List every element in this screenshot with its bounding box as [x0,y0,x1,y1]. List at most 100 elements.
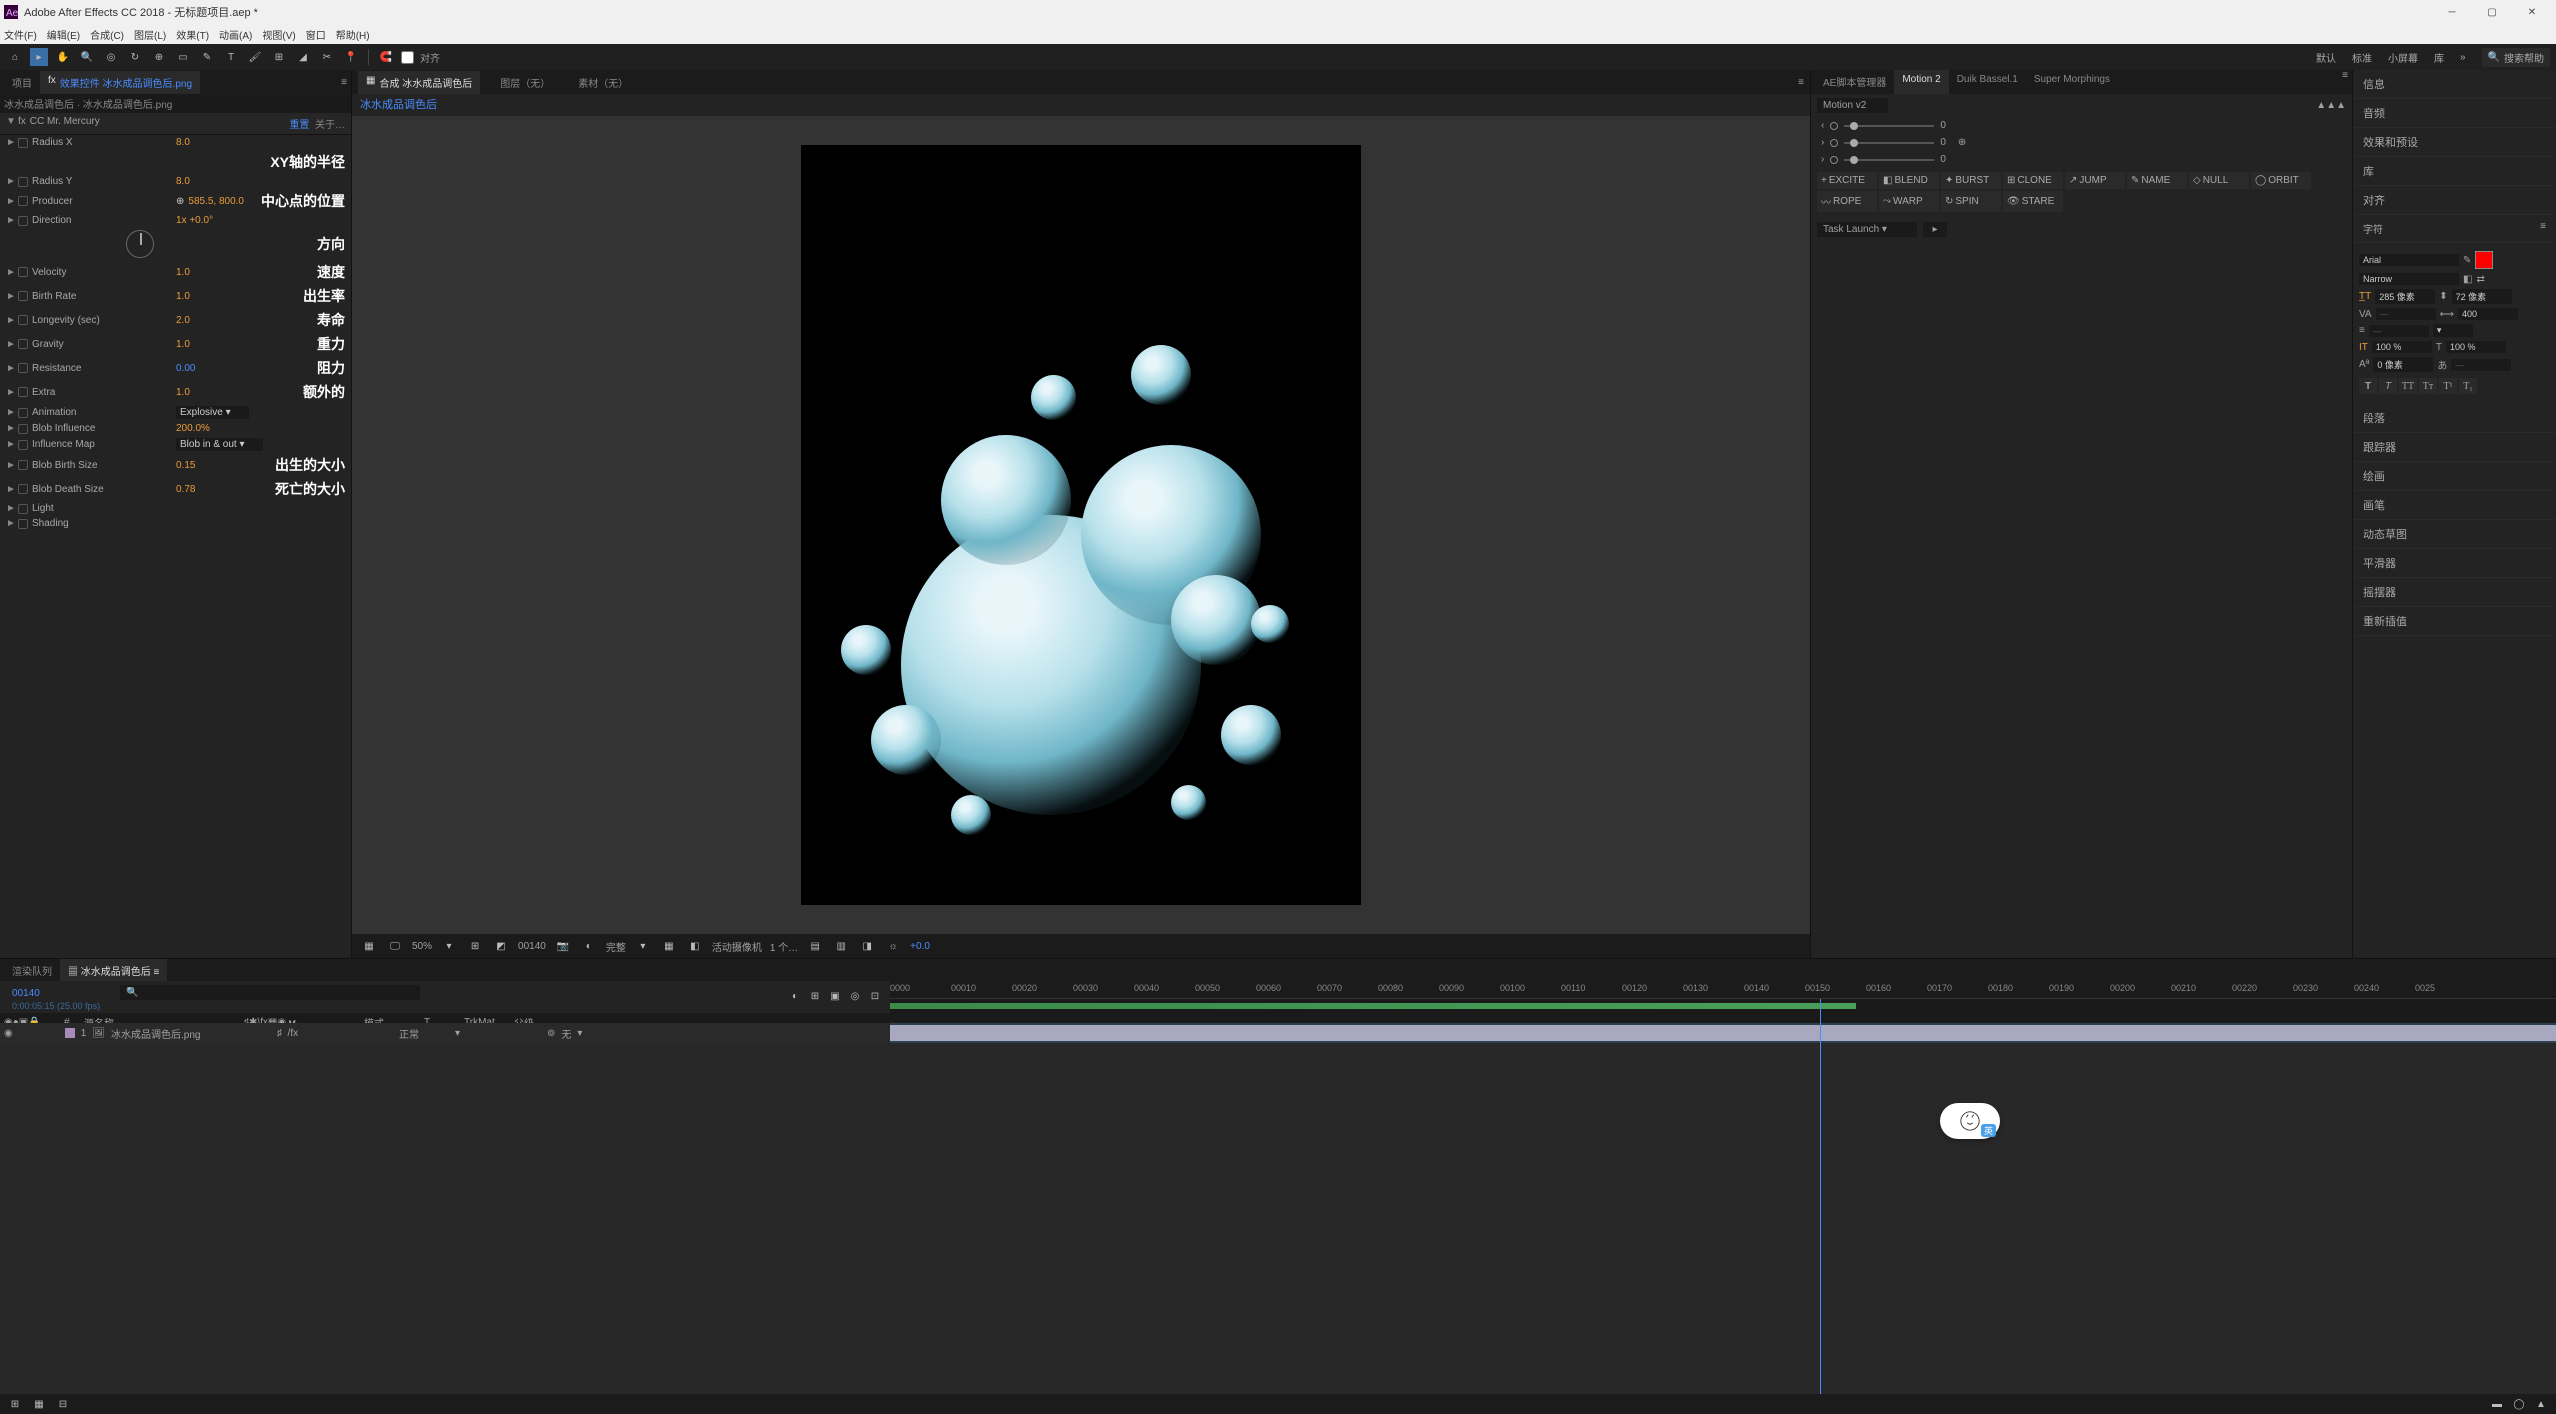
snapshot-icon[interactable]: 📷 [554,937,572,955]
3d-icon[interactable]: ◧ [686,937,704,955]
brush-tool[interactable]: 🖌 [246,48,264,66]
menu-anim[interactable]: 动画(A) [219,27,252,42]
swap-icon[interactable]: ⇄ [2476,274,2484,285]
panel-character[interactable]: 字符≡ [2353,215,2556,243]
layer-visible-icon[interactable]: ◉ [4,1028,13,1039]
type-tool[interactable]: T [222,48,240,66]
view3-icon[interactable]: ◨ [858,937,876,955]
menu-file[interactable]: 文件(F) [4,27,37,42]
tab-layer[interactable]: 图层（无） [492,71,558,94]
motion-btn-jump[interactable]: ↗JUMP [2065,172,2125,189]
font-style[interactable]: Narrow [2359,273,2459,285]
font-size[interactable]: 285 像素 [2375,289,2435,304]
panel-menu[interactable]: ≡ [341,77,347,88]
kerning[interactable]: — [2376,308,2436,320]
snap-icon[interactable]: 🧲 [377,48,395,66]
floating-widget[interactable]: 英 [1940,1103,2000,1139]
time-ruler[interactable]: 0000000100002000030000400005000060000700… [890,981,2556,999]
exposure-value[interactable]: +0.0 [910,941,930,952]
fx-prop-birth-rate[interactable]: ►Birth Rate1.0出生率 [0,284,351,308]
panel-align[interactable]: 对齐 [2353,186,2556,215]
fx-prop-blob-influence[interactable]: ►Blob Influence200.0% [0,421,351,436]
tab-duik[interactable]: Duik Bassel.1 [1949,70,2026,94]
panel-audio[interactable]: 音频 [2353,99,2556,128]
preset-dropdown[interactable]: Motion v2 [1817,98,1888,113]
anchor-icon[interactable]: ⊕ [1958,137,1966,148]
home-icon[interactable]: ⌂ [6,48,24,66]
fx-prop-longevity--sec-[interactable]: ►Longevity (sec)2.0寿命 [0,308,351,332]
fx-prop-velocity[interactable]: ►Velocity1.0速度 [0,260,351,284]
rect-tool[interactable]: ▭ [174,48,192,66]
fx-item-header[interactable]: ▼fxCC Mr. Mercury 重置 关于… [0,113,351,135]
panel-paint[interactable]: 绘画 [2353,462,2556,491]
view1-icon[interactable]: ▤ [806,937,824,955]
channel-icon[interactable]: ◐ [580,937,598,955]
menu-effect[interactable]: 效果(T) [176,27,209,42]
fx-about[interactable]: 关于… [315,120,345,131]
slider-1[interactable]: ‹0 [1811,117,2352,134]
layer-parent[interactable]: 无 [561,1026,571,1041]
layer-mode[interactable]: 正常 [399,1026,449,1041]
superscript-button[interactable]: T¹ [2439,378,2457,394]
monitor-icon[interactable]: 🖵 [386,937,404,955]
eraser-tool[interactable]: ◢ [294,48,312,66]
tab-project[interactable]: 项目 [4,71,40,94]
comp-panel-menu[interactable]: ≡ [1798,77,1804,88]
fx-prop-resistance[interactable]: ►Resistance0.00阻力 [0,356,351,380]
roto-tool[interactable]: ✂ [318,48,336,66]
minimize-button[interactable]: ─ [2432,0,2472,24]
transparency-icon[interactable]: ▦ [660,937,678,955]
fx-prop-animation[interactable]: ►AnimationExplosive ▾ [0,404,351,421]
tsume[interactable]: — [2451,359,2511,371]
fit-icon[interactable]: ▦ [360,937,378,955]
fx-prop-blob-death-size[interactable]: ►Blob Death Size0.78死亡的大小 [0,477,351,501]
res-icon[interactable]: ▾ [440,937,458,955]
layer-name[interactable]: 冰水成品调色后.png [111,1026,271,1041]
tab-footage[interactable]: 素材（无） [570,71,636,94]
eyedropper-icon[interactable]: ✎ [2463,255,2471,266]
motion-btn-name[interactable]: ✎NAME [2127,172,2187,189]
tab-comp-timeline[interactable]: ▦ 冰水成品调色后 ≡ [60,959,167,981]
font-family[interactable]: Arial [2359,254,2459,266]
comp-crumb[interactable]: 冰水成品调色后 [352,94,1810,116]
fx-prop-gravity[interactable]: ►Gravity1.0重力 [0,332,351,356]
panel-info[interactable]: 信息 [2353,70,2556,99]
slider-2[interactable]: ›0⊕ [1811,134,2352,151]
panel-sketch[interactable]: 动态草图 [2353,520,2556,549]
viewer[interactable] [352,116,1810,934]
motion-btn-excite[interactable]: +EXCITE [1817,172,1877,189]
maximize-button[interactable]: ▢ [2472,0,2512,24]
panel-paragraph[interactable]: 段落 [2353,404,2556,433]
stroke-icon[interactable]: ◧ [2463,274,2472,285]
tracking[interactable]: 400 [2458,308,2518,320]
fill-color[interactable] [2475,251,2493,269]
motion-btn-warp[interactable]: ⤳WARP [1879,191,1939,212]
stamp-tool[interactable]: ⊞ [270,48,288,66]
parent-pick-icon[interactable]: ⊚ [547,1028,555,1039]
pen-tool[interactable]: ✎ [198,48,216,66]
panel-library[interactable]: 库 [2353,157,2556,186]
motion-btn-null[interactable]: ◇NULL [2189,172,2249,189]
playhead[interactable] [1820,999,1821,1023]
tab-motion2[interactable]: Motion 2 [1894,70,1948,94]
puppet-tool[interactable]: 📍 [342,48,360,66]
fx-prop-blob-birth-size[interactable]: ►Blob Birth Size0.15出生的大小 [0,453,351,477]
tl-opt4[interactable]: ◎ [846,987,864,1005]
timeline-search[interactable] [120,985,420,1000]
panel-smoother[interactable]: 平滑器 [2353,549,2556,578]
ws-default[interactable]: 默认 [2316,50,2336,65]
motion-btn-rope[interactable]: 〰ROPE [1817,191,1877,212]
rotate-tool[interactable]: ↻ [126,48,144,66]
ws-lib[interactable]: 库 [2434,50,2444,65]
mask-icon[interactable]: ◩ [492,937,510,955]
motion-btn-burst[interactable]: ✦BURST [1941,172,2001,189]
tab-effect-controls[interactable]: fx效果控件 冰水成品调色后.png [40,71,200,94]
leading[interactable]: 72 像素 [2452,289,2512,304]
smallcaps-button[interactable]: Tᴛ [2419,378,2437,394]
fx-prop-producer[interactable]: ►Producer⊕ 585.5, 800.0中心点的位置 [0,189,351,213]
panel-reinterp[interactable]: 重新插值 [2353,607,2556,636]
layer-duration-bar[interactable] [890,1025,2556,1041]
view2-icon[interactable]: ▥ [832,937,850,955]
ws-standard[interactable]: 标准 [2352,50,2372,65]
fx-prop-direction[interactable]: ►Direction1x +0.0° [0,213,351,228]
